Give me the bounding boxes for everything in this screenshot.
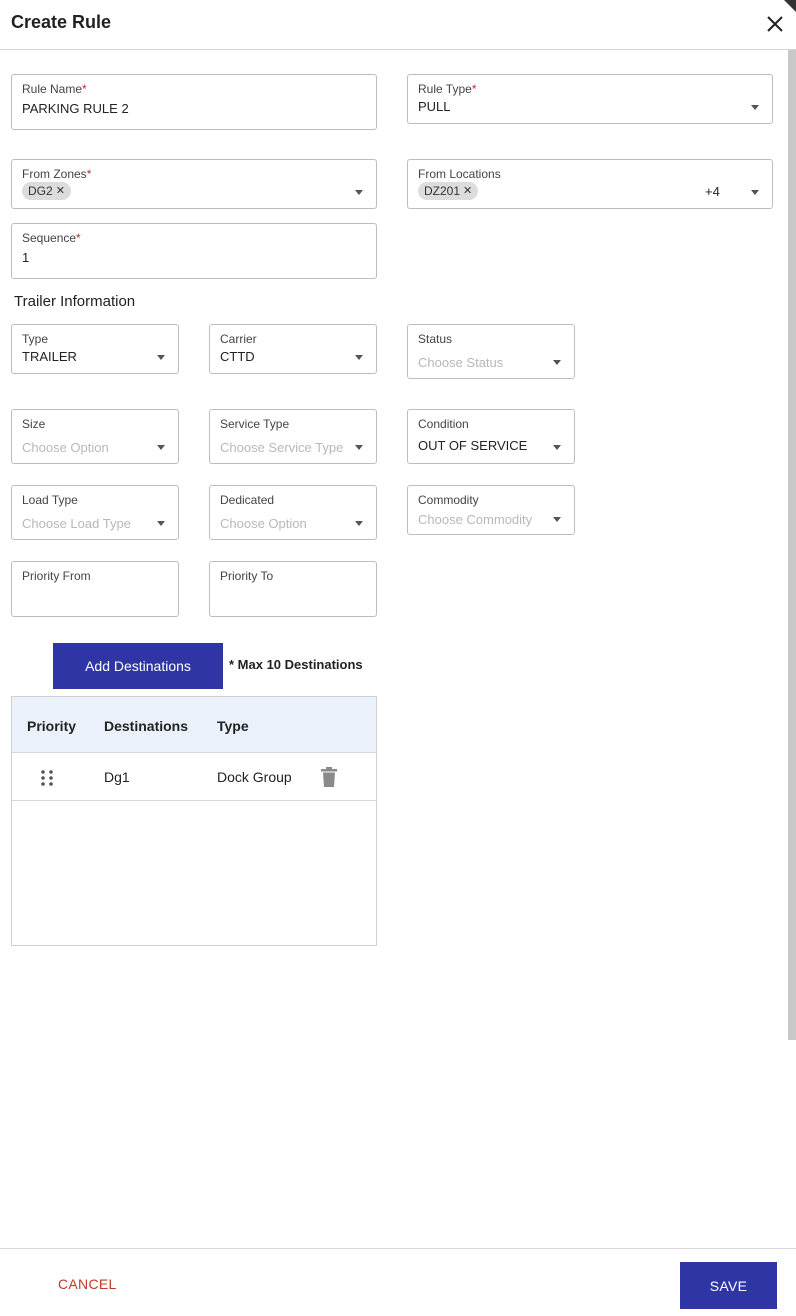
load-type-select[interactable]: Load Type Choose Load Type (11, 485, 179, 540)
size-select[interactable]: Size Choose Option (11, 409, 179, 464)
dropdown-arrow-icon[interactable] (355, 521, 363, 526)
dropdown-arrow-icon[interactable] (355, 445, 363, 450)
commodity-placeholder: Choose Commodity (418, 512, 533, 527)
priority-to-label: Priority To (220, 569, 274, 583)
save-button[interactable]: SAVE (680, 1262, 777, 1309)
max-destinations-note: * Max 10 Destinations (229, 657, 363, 672)
priority-to-field[interactable]: Priority To (209, 561, 377, 617)
location-chip: DZ201 ✕ (418, 182, 479, 200)
chip-remove-icon[interactable]: ✕ (56, 182, 65, 200)
rule-type-select[interactable]: Rule Type* PULL (407, 74, 773, 124)
type-select[interactable]: Type TRAILER (11, 324, 179, 374)
more-count: +4 (705, 184, 720, 199)
status-label: Status (418, 332, 453, 346)
table-row: Dg1 Dock Group (12, 753, 376, 801)
dropdown-arrow-icon[interactable] (157, 521, 165, 526)
from-locations-label: From Locations (418, 167, 501, 181)
priority-from-field[interactable]: Priority From (11, 561, 179, 617)
rule-name-field[interactable]: Rule Name* PARKING RULE 2 (11, 74, 377, 130)
from-zones-label: From Zones* (22, 167, 92, 181)
type-value: TRAILER (22, 349, 77, 364)
carrier-select[interactable]: Carrier CTTD (209, 324, 377, 374)
column-header-type: Type (217, 718, 249, 734)
drag-handle-icon[interactable] (40, 769, 54, 787)
dropdown-arrow-icon[interactable] (751, 190, 759, 195)
dropdown-arrow-icon[interactable] (157, 355, 165, 360)
carrier-value: CTTD (220, 349, 255, 364)
destinations-table: Priority Destinations Type Dg1 Dock Grou… (11, 696, 377, 946)
commodity-label: Commodity (418, 493, 479, 507)
priority-from-label: Priority From (22, 569, 91, 583)
size-placeholder: Choose Option (22, 440, 109, 455)
add-destinations-button[interactable]: Add Destinations (53, 643, 223, 689)
corner-decoration (784, 0, 796, 12)
dropdown-arrow-icon[interactable] (751, 105, 759, 110)
status-select[interactable]: Status Choose Status (407, 324, 575, 379)
column-header-destinations: Destinations (104, 718, 189, 734)
zone-chip-label: DG2 (28, 184, 53, 198)
rule-name-value[interactable]: PARKING RULE 2 (22, 101, 129, 116)
rule-name-label: Rule Name* (22, 82, 87, 96)
commodity-select[interactable]: Commodity Choose Commodity (407, 485, 575, 535)
from-locations-select[interactable]: From Locations DZ201 ✕ +4 (407, 159, 773, 209)
table-header: Priority Destinations Type (12, 697, 376, 753)
load-type-placeholder: Choose Load Type (22, 516, 131, 531)
load-type-label: Load Type (22, 493, 78, 507)
size-label: Size (22, 417, 46, 431)
dedicated-label: Dedicated (220, 493, 275, 507)
service-type-placeholder: Choose Service Type (220, 440, 344, 455)
dropdown-arrow-icon[interactable] (553, 360, 561, 365)
rule-type-value: PULL (418, 99, 451, 114)
cancel-button[interactable]: CANCEL (58, 1276, 117, 1292)
condition-value: OUT OF SERVICE (418, 438, 528, 453)
status-placeholder: Choose Status (418, 355, 504, 370)
sequence-field[interactable]: Sequence* 1 (11, 223, 377, 279)
dialog-title: Create Rule (11, 12, 112, 32)
dropdown-arrow-icon[interactable] (157, 445, 165, 450)
dropdown-arrow-icon[interactable] (355, 355, 363, 360)
service-type-label: Service Type (220, 417, 290, 431)
trailer-information-heading: Trailer Information (14, 293, 136, 310)
dialog-header: Create Rule (0, 0, 796, 50)
dropdown-arrow-icon[interactable] (553, 517, 561, 522)
scrollbar[interactable] (788, 50, 796, 1040)
from-zones-select[interactable]: From Zones* DG2 ✕ (11, 159, 377, 209)
sequence-value[interactable]: 1 (22, 250, 29, 265)
location-chip-label: DZ201 (424, 184, 461, 198)
rule-type-label: Rule Type* (418, 82, 477, 96)
sequence-label: Sequence* (22, 231, 81, 245)
dedicated-placeholder: Choose Option (220, 516, 307, 531)
column-header-priority: Priority (27, 718, 77, 734)
condition-select[interactable]: Condition OUT OF SERVICE (407, 409, 575, 464)
dropdown-arrow-icon[interactable] (355, 190, 363, 195)
row-type: Dock Group (217, 769, 292, 785)
dialog-footer: CANCEL SAVE (0, 1248, 796, 1316)
condition-label: Condition (418, 417, 469, 431)
dedicated-select[interactable]: Dedicated Choose Option (209, 485, 377, 540)
chip-remove-icon[interactable]: ✕ (463, 182, 472, 200)
service-type-select[interactable]: Service Type Choose Service Type (209, 409, 377, 464)
dropdown-arrow-icon[interactable] (553, 445, 561, 450)
type-label: Type (22, 332, 49, 346)
zone-chip: DG2 ✕ (22, 182, 71, 200)
row-destination: Dg1 (104, 769, 130, 785)
trash-icon[interactable] (320, 767, 338, 787)
carrier-label: Carrier (220, 332, 257, 346)
close-icon[interactable] (763, 12, 787, 36)
